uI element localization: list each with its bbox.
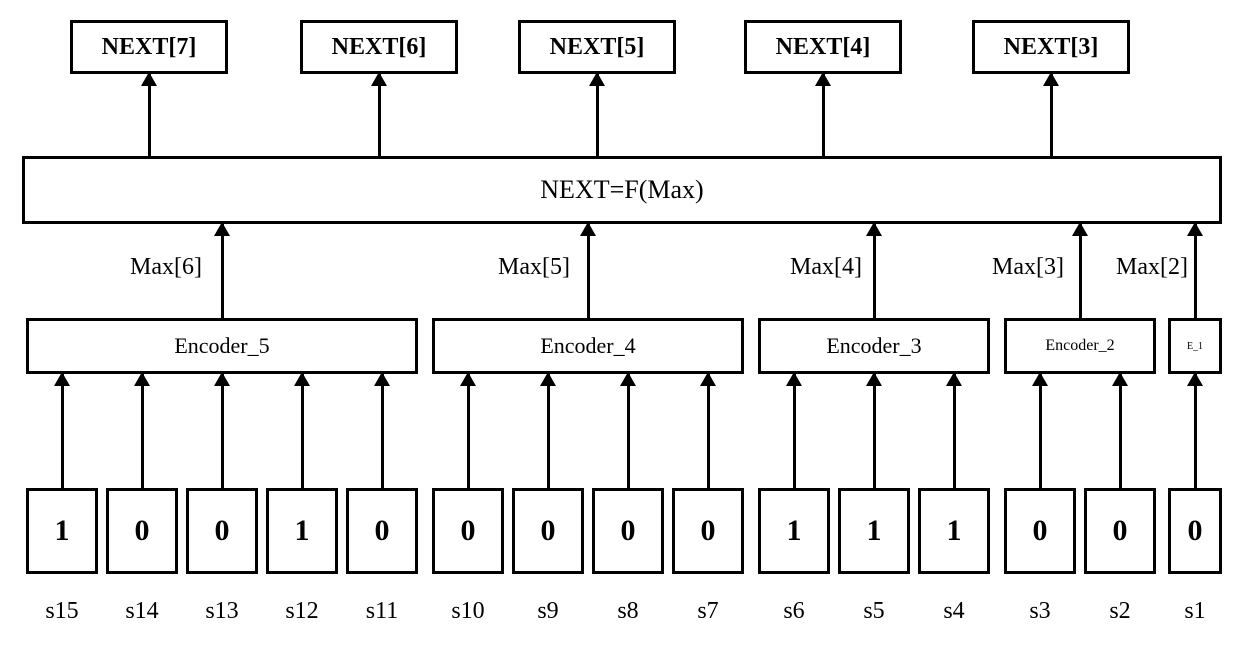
- bit-label: s11: [346, 598, 418, 625]
- bit-label: s1: [1168, 598, 1222, 625]
- bit-cell: 0: [1084, 488, 1156, 574]
- encoder-box: Encoder_3: [758, 318, 990, 374]
- encoder-box: Encoder_4: [432, 318, 744, 374]
- bit-cell: 1: [918, 488, 990, 574]
- bit-label: s7: [672, 598, 744, 625]
- max-output-label: Max[3]: [992, 254, 1064, 281]
- bit-label: s15: [26, 598, 98, 625]
- encoder-box: E_1: [1168, 318, 1222, 374]
- output-box: NEXT[6]: [300, 20, 458, 74]
- bit-label: s9: [512, 598, 584, 625]
- bit-cell: 0: [512, 488, 584, 574]
- encoder-box: Encoder_2: [1004, 318, 1156, 374]
- bit-cell: 1: [26, 488, 98, 574]
- bit-label: s14: [106, 598, 178, 625]
- diagram-stage: NEXT[7] NEXT[6] NEXT[5] NEXT[4] NEXT[3] NEXT=…: [0, 0, 1240, 652]
- bit-cell: 0: [592, 488, 664, 574]
- bit-label: s2: [1084, 598, 1156, 625]
- bit-label: s12: [266, 598, 338, 625]
- bit-cell: 0: [346, 488, 418, 574]
- max-output-label: Max[2]: [1116, 254, 1188, 281]
- bit-label: s3: [1004, 598, 1076, 625]
- bit-label: s4: [918, 598, 990, 625]
- bit-cell: 1: [838, 488, 910, 574]
- encoder-box: Encoder_5: [26, 318, 418, 374]
- max-output-label: Max[5]: [498, 254, 570, 281]
- bit-label: s5: [838, 598, 910, 625]
- bit-cell: 0: [186, 488, 258, 574]
- bit-cell: 0: [432, 488, 504, 574]
- bit-label: s10: [432, 598, 504, 625]
- output-box: NEXT[7]: [70, 20, 228, 74]
- bit-cell: 0: [106, 488, 178, 574]
- output-box: NEXT[3]: [972, 20, 1130, 74]
- max-output-label: Max[4]: [790, 254, 862, 281]
- bit-cell: 1: [266, 488, 338, 574]
- bit-cell: 1: [758, 488, 830, 574]
- bit-label: s8: [592, 598, 664, 625]
- function-block: NEXT=F(Max): [22, 156, 1222, 224]
- output-box: NEXT[5]: [518, 20, 676, 74]
- bit-cell: 0: [1004, 488, 1076, 574]
- bit-cell: 0: [672, 488, 744, 574]
- max-output-label: Max[6]: [130, 254, 202, 281]
- bit-label: s6: [758, 598, 830, 625]
- bit-label: s13: [186, 598, 258, 625]
- bit-cell: 0: [1168, 488, 1222, 574]
- output-box: NEXT[4]: [744, 20, 902, 74]
